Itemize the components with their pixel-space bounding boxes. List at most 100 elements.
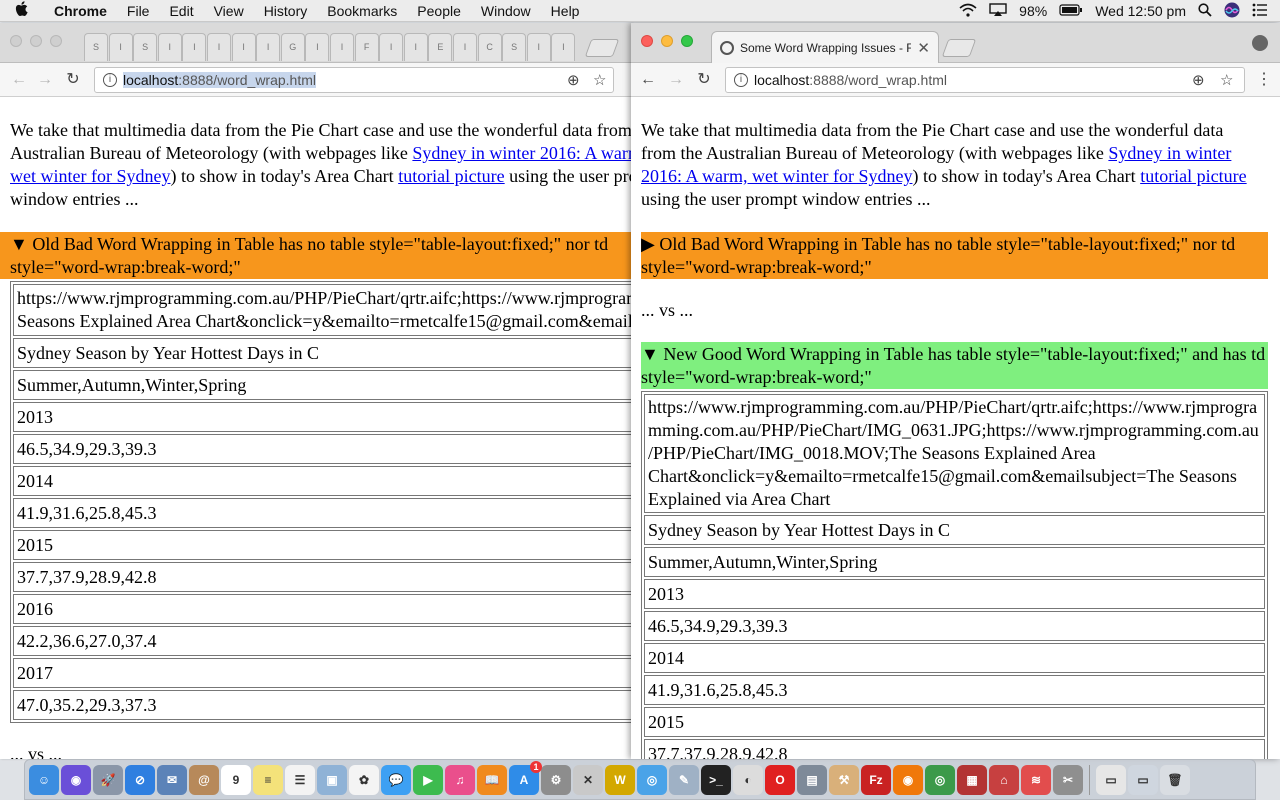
misc-app-8-icon[interactable]: ▦ xyxy=(957,764,987,795)
photos-icon[interactable]: ✿ xyxy=(349,764,379,795)
mini-tab[interactable]: S xyxy=(133,33,158,61)
close-icon[interactable] xyxy=(10,35,22,47)
trash-icon[interactable]: 🗑 xyxy=(1160,764,1190,795)
menubar-clock[interactable]: Wed 12:50 pm xyxy=(1095,3,1186,19)
mini-tab[interactable]: I xyxy=(207,33,231,61)
reminders-icon[interactable]: ☰ xyxy=(285,764,315,795)
firefox-icon[interactable]: ◉ xyxy=(893,764,923,795)
spotlight-search-icon[interactable] xyxy=(1198,2,1212,20)
opera-icon[interactable]: O xyxy=(765,764,795,795)
mini-tab[interactable]: I xyxy=(305,33,330,61)
reload-icon[interactable]: ↻ xyxy=(693,69,715,91)
wifi-icon[interactable] xyxy=(959,3,977,20)
mini-tab[interactable]: E xyxy=(428,33,453,61)
mini-tab[interactable]: I xyxy=(330,33,354,61)
mini-tab[interactable]: G xyxy=(280,33,305,61)
siri-icon[interactable]: ◉ xyxy=(61,764,91,795)
site-info-icon[interactable]: i xyxy=(734,73,748,87)
misc-app-4-icon[interactable]: ✎ xyxy=(669,764,699,795)
mini-tab[interactable]: I xyxy=(526,33,551,61)
reload-icon[interactable]: ↻ xyxy=(62,69,84,91)
bad-wrap-summary[interactable]: ▶ Old Bad Word Wrapping in Table has no … xyxy=(641,232,1268,279)
close-icon[interactable] xyxy=(641,35,653,47)
zoom-icon[interactable] xyxy=(50,35,62,47)
back-arrow-icon[interactable]: ← xyxy=(8,69,30,91)
battery-icon[interactable] xyxy=(1059,3,1083,19)
chrome-icon[interactable]: ◎ xyxy=(925,764,955,795)
misc-app-3-icon[interactable]: ◎ xyxy=(637,764,667,795)
menu-app-name[interactable]: Chrome xyxy=(44,3,117,19)
zoom-icon[interactable] xyxy=(681,35,693,47)
bad-wrap-summary[interactable]: ▼ Old Bad Word Wrapping in Table has no … xyxy=(0,232,632,279)
mini-tab[interactable]: I xyxy=(551,33,576,61)
menu-file[interactable]: File xyxy=(117,3,160,19)
notes-icon[interactable]: ≡ xyxy=(253,764,283,795)
mini-tab[interactable]: I xyxy=(108,33,133,61)
downloads-icon[interactable]: ▭ xyxy=(1128,764,1158,795)
launchpad-icon[interactable]: 🚀 xyxy=(93,764,123,795)
notification-center-icon[interactable] xyxy=(1252,3,1268,20)
mini-tab[interactable]: I xyxy=(182,33,207,61)
misc-app-6-icon[interactable]: ▤ xyxy=(797,764,827,795)
finder-icon[interactable]: ☺ xyxy=(29,764,59,795)
filezilla-icon[interactable]: Fz xyxy=(861,764,891,795)
tab-close-icon[interactable]: ✕ xyxy=(917,39,930,57)
mini-tab[interactable]: I xyxy=(403,33,428,61)
mini-tab[interactable]: I xyxy=(453,33,477,61)
mini-tab[interactable]: C xyxy=(477,33,502,61)
mini-tab[interactable]: S xyxy=(84,33,108,61)
siri-icon[interactable] xyxy=(1224,2,1240,21)
menu-people[interactable]: People xyxy=(407,3,471,19)
apple-menu-icon[interactable] xyxy=(0,0,44,21)
site-info-icon[interactable]: i xyxy=(103,73,117,87)
mini-tab[interactable]: I xyxy=(157,33,182,61)
misc-app-2-icon[interactable]: W xyxy=(605,764,635,795)
mini-tab[interactable]: I xyxy=(379,33,404,61)
menu-bookmarks[interactable]: Bookmarks xyxy=(317,3,407,19)
mini-tab[interactable]: I xyxy=(231,33,256,61)
menu-history[interactable]: History xyxy=(254,3,318,19)
facetime-icon[interactable]: ▶ xyxy=(413,764,443,795)
menu-view[interactable]: View xyxy=(204,3,254,19)
misc-app-12-icon[interactable]: ▭ xyxy=(1096,764,1126,795)
menu-help[interactable]: Help xyxy=(541,3,590,19)
mini-tab[interactable]: S xyxy=(502,33,527,61)
disclosure-triangle-icon[interactable]: ▼ xyxy=(10,234,28,254)
preview-icon[interactable]: ▣ xyxy=(317,764,347,795)
calendar-icon[interactable]: 9 xyxy=(221,764,251,795)
minimize-icon[interactable] xyxy=(30,35,42,47)
messages-icon[interactable]: 💬 xyxy=(381,764,411,795)
disclosure-triangle-icon[interactable]: ▼ xyxy=(641,344,659,364)
back-arrow-icon[interactable]: ← xyxy=(637,69,659,91)
misc-app-10-icon[interactable]: ≋ xyxy=(1021,764,1051,795)
mini-tab[interactable]: F xyxy=(354,33,379,61)
menu-edit[interactable]: Edit xyxy=(159,3,203,19)
misc-app-11-icon[interactable]: ✂ xyxy=(1053,764,1083,795)
safari-icon[interactable]: ⊘ xyxy=(125,764,155,795)
bookmark-star-icon[interactable]: ☆ xyxy=(593,71,606,89)
good-wrap-summary[interactable]: ▼ New Good Word Wrapping in Table has ta… xyxy=(641,342,1268,389)
zoom-magnifier-icon[interactable]: ⊕ xyxy=(567,71,580,89)
new-tab-button[interactable] xyxy=(584,39,620,57)
right-address-bar[interactable]: i localhost:8888/word_wrap.html ⊕ ☆ xyxy=(725,67,1245,93)
app-store-icon[interactable]: A1 xyxy=(509,760,542,795)
chrome-menu-icon[interactable]: ⋮ xyxy=(1253,69,1275,91)
terminal-icon[interactable]: >_ xyxy=(701,764,731,795)
left-address-bar[interactable]: i localhost:8888/word_wrap.html ⊕ ☆ xyxy=(94,67,614,93)
misc-app-7-icon[interactable]: ⚒ xyxy=(829,764,859,795)
profile-avatar-icon[interactable] xyxy=(1252,35,1268,51)
contacts-icon[interactable]: @ xyxy=(189,764,219,795)
forward-arrow-icon[interactable]: → xyxy=(665,69,687,91)
itunes-icon[interactable]: ♫ xyxy=(445,764,475,795)
mail-stamp-icon[interactable]: ✉ xyxy=(157,764,187,795)
disclosure-triangle-icon[interactable]: ▶ xyxy=(641,234,655,254)
system-preferences-icon[interactable]: ⚙ xyxy=(541,764,571,795)
forward-arrow-icon[interactable]: → xyxy=(34,69,56,91)
tutorial-picture-link[interactable]: tutorial picture xyxy=(398,166,504,186)
minimize-icon[interactable] xyxy=(661,35,673,47)
misc-app-1-icon[interactable]: ✕ xyxy=(573,764,603,795)
mini-tab[interactable]: I xyxy=(256,33,281,61)
tutorial-picture-link[interactable]: tutorial picture xyxy=(1140,166,1246,186)
menu-window[interactable]: Window xyxy=(471,3,541,19)
misc-app-5-icon[interactable]: ◐ xyxy=(733,764,763,795)
